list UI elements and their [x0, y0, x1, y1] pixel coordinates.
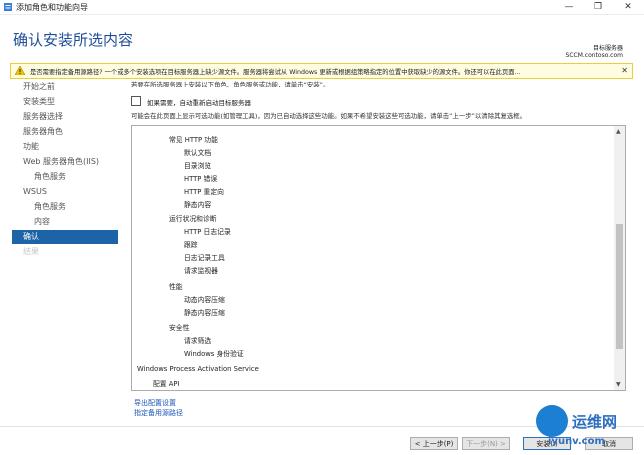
feature-item: HTTP 日志记录 — [184, 228, 231, 236]
warning-icon — [15, 66, 25, 75]
watermark-logo-icon — [536, 405, 568, 437]
destination-server-name: SCCM.contoso.com — [565, 52, 623, 59]
nav-step-results: 结果 — [23, 247, 39, 256]
warning-close-button[interactable]: ✕ — [621, 66, 628, 75]
nav-step-wsus[interactable]: WSUS — [12, 185, 118, 199]
maximize-button[interactable]: ❐ — [583, 0, 613, 14]
selected-features-list[interactable]: 常见 HTTP 功能 默认文档 目录浏览 HTTP 错误 HTTP 重定向 静态… — [131, 125, 626, 391]
feature-item: 性能 — [169, 283, 183, 291]
feature-item: 安全性 — [169, 324, 190, 332]
nav-step-wsus-role-services[interactable]: 角色服务 — [12, 200, 118, 214]
feature-item: 动态内容压缩 — [184, 296, 225, 304]
alternate-source-warning[interactable]: 是否需要指定备用源路径? 一个或多个安装选项在目标服务器上缺少源文件。服务器将尝… — [10, 63, 633, 79]
feature-item: HTTP 重定向 — [184, 188, 224, 196]
optional-features-info: 可能会在此页面上显示可选功能(如管理工具)，因为已自动选择这些功能。如果不希望安… — [131, 112, 527, 120]
next-button: 下一步(N) > — [462, 437, 510, 450]
feature-item: 运行状况和诊断 — [169, 215, 217, 223]
feature-item: 配置 API — [153, 380, 180, 388]
server-manager-icon — [4, 3, 12, 11]
list-scrollbar[interactable]: ▲ ▼ — [614, 126, 625, 390]
page-header: 确认安装所选内容 目标服务器 SCCM.contoso.com — [0, 15, 644, 60]
page-title: 确认安装所选内容 — [13, 31, 134, 49]
export-config-link[interactable]: 导出配置设置 — [134, 398, 176, 408]
nav-step-web-server-role[interactable]: Web 服务器角色(IIS) — [12, 155, 118, 169]
feature-item: 跟踪 — [184, 241, 198, 249]
minimize-button[interactable]: — — [554, 0, 584, 14]
feature-item: 目录浏览 — [184, 162, 212, 170]
nav-step-content[interactable]: 内容 — [12, 215, 118, 229]
restart-checkbox[interactable] — [131, 96, 141, 106]
install-instruction-text: 若要在所选服务器上安装以下角色、角色服务或功能，请单击“安装”。 — [131, 81, 330, 87]
close-window-button[interactable]: ✕ — [613, 0, 643, 14]
feature-item: 日志记录工具 — [184, 254, 225, 262]
feature-item: HTTP 错误 — [184, 175, 218, 183]
alternate-source-link[interactable]: 指定备用源路径 — [134, 408, 183, 418]
watermark-url: iyunv.com — [548, 436, 605, 447]
nav-step-features[interactable]: 功能 — [12, 140, 118, 154]
nav-step-server-selection[interactable]: 服务器选择 — [12, 110, 118, 124]
window-title: 添加角色和功能向导 — [16, 3, 88, 12]
watermark-text: 运维网 — [572, 413, 618, 431]
restart-checkbox-label[interactable]: 如果需要，自动重新启动目标服务器 — [147, 97, 251, 107]
scroll-up-icon[interactable]: ▲ — [616, 128, 621, 135]
nav-step-iis-role-services[interactable]: 角色服务 — [12, 170, 118, 184]
nav-step-server-roles[interactable]: 服务器角色 — [12, 125, 118, 139]
feature-item: 常见 HTTP 功能 — [169, 136, 218, 144]
scroll-thumb[interactable] — [616, 224, 623, 349]
feature-item: Windows Process Activation Service — [137, 365, 259, 373]
warning-text: 是否需要指定备用源路径? 一个或多个安装选项在目标服务器上缺少源文件。服务器将尝… — [30, 69, 521, 76]
nav-step-installation-type[interactable]: 安装类型 — [12, 95, 118, 109]
scroll-down-icon[interactable]: ▼ — [616, 381, 621, 388]
feature-item: Windows 身份验证 — [184, 350, 244, 358]
previous-button[interactable]: < 上一步(P) — [410, 437, 458, 450]
feature-item: 请求监视器 — [184, 267, 218, 275]
window-titlebar: 添加角色和功能向导 — ❐ ✕ — [0, 0, 644, 15]
nav-step-confirmation[interactable]: 确认 — [12, 230, 118, 244]
nav-step-before-you-begin[interactable]: 开始之前 — [12, 80, 118, 94]
destination-server-label: 目标服务器 — [592, 45, 623, 52]
feature-item: 静态内容压缩 — [184, 309, 225, 317]
feature-item: 静态内容 — [184, 201, 212, 209]
feature-item: 默认文档 — [184, 149, 212, 157]
feature-item: 请求筛选 — [184, 337, 212, 345]
